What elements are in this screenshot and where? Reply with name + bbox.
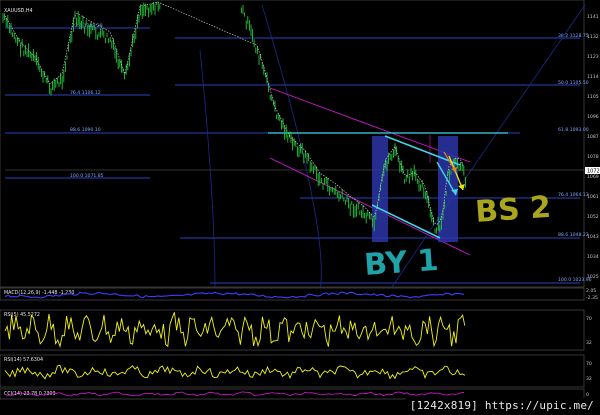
price-axis: 1141 1132 1123 1114 1105 1096 1087 1078 1069 1061… [587, 14, 599, 280]
price-tick: 1087 [587, 134, 599, 140]
symbol-title: XAUUSD,H4 [4, 8, 33, 14]
macd-scale: -2.35 [586, 295, 598, 301]
price-tick: 1025 [587, 274, 599, 280]
price-tick: 1052 [587, 214, 599, 220]
price-tick: 1096 [587, 114, 599, 120]
chart-screen: XAUUSD,H4 23.6 1109.28 38.2 1128.75 50.0… [0, 0, 600, 400]
rsi2-scale: 32 [586, 376, 592, 382]
rsi-panel-1[interactable] [0, 309, 585, 351]
price-tick: 1061 [587, 194, 599, 200]
current-price: 1072 [587, 169, 600, 175]
fib-label: 88.6 1048.22 [558, 232, 589, 238]
rsi1-scale: 32 [586, 340, 592, 346]
rsi1-scale: 70 [586, 316, 592, 322]
annotation-by: BY 1 [363, 243, 440, 283]
fib-label: 38.2 1128.75 [558, 33, 589, 39]
price-tick: 1043 [587, 234, 599, 240]
price-tick: 1105 [587, 94, 599, 100]
rsi2-scale: 70 [586, 361, 592, 367]
price-tick: 1123 [587, 54, 599, 60]
rsi2-label: RSI(14) 57.6304 [4, 357, 43, 363]
annotation-bs: BS 2 [474, 190, 552, 230]
fib-label: 88.6 1090.10 [70, 127, 101, 133]
fib-label: 76.4 1106.12 [70, 90, 101, 96]
fib-label: 76.4 1064.13 [558, 192, 589, 198]
price-tick: 1078 [587, 154, 599, 160]
price-tick: 1069 [587, 174, 599, 180]
rsi-panel-2[interactable] [0, 354, 585, 388]
macd-scale: 2.05 [586, 288, 596, 294]
price-tick: 1132 [587, 34, 599, 40]
main-chart-panel[interactable] [0, 0, 585, 288]
price-tick: 1141 [587, 14, 599, 20]
rsi1-label: RSI(5) 45.5272 [4, 312, 40, 318]
price-tick: 1114 [587, 74, 599, 80]
fib-label: 61.8 1093.00 [558, 127, 589, 133]
price-tick: 1034 [587, 254, 599, 260]
fib-label: 100.0 1071.85 [70, 173, 104, 179]
upload-stamp: [1242x819] https://upic.me/ [405, 398, 598, 413]
fib-label: 50.0 1105.50 [558, 80, 589, 86]
